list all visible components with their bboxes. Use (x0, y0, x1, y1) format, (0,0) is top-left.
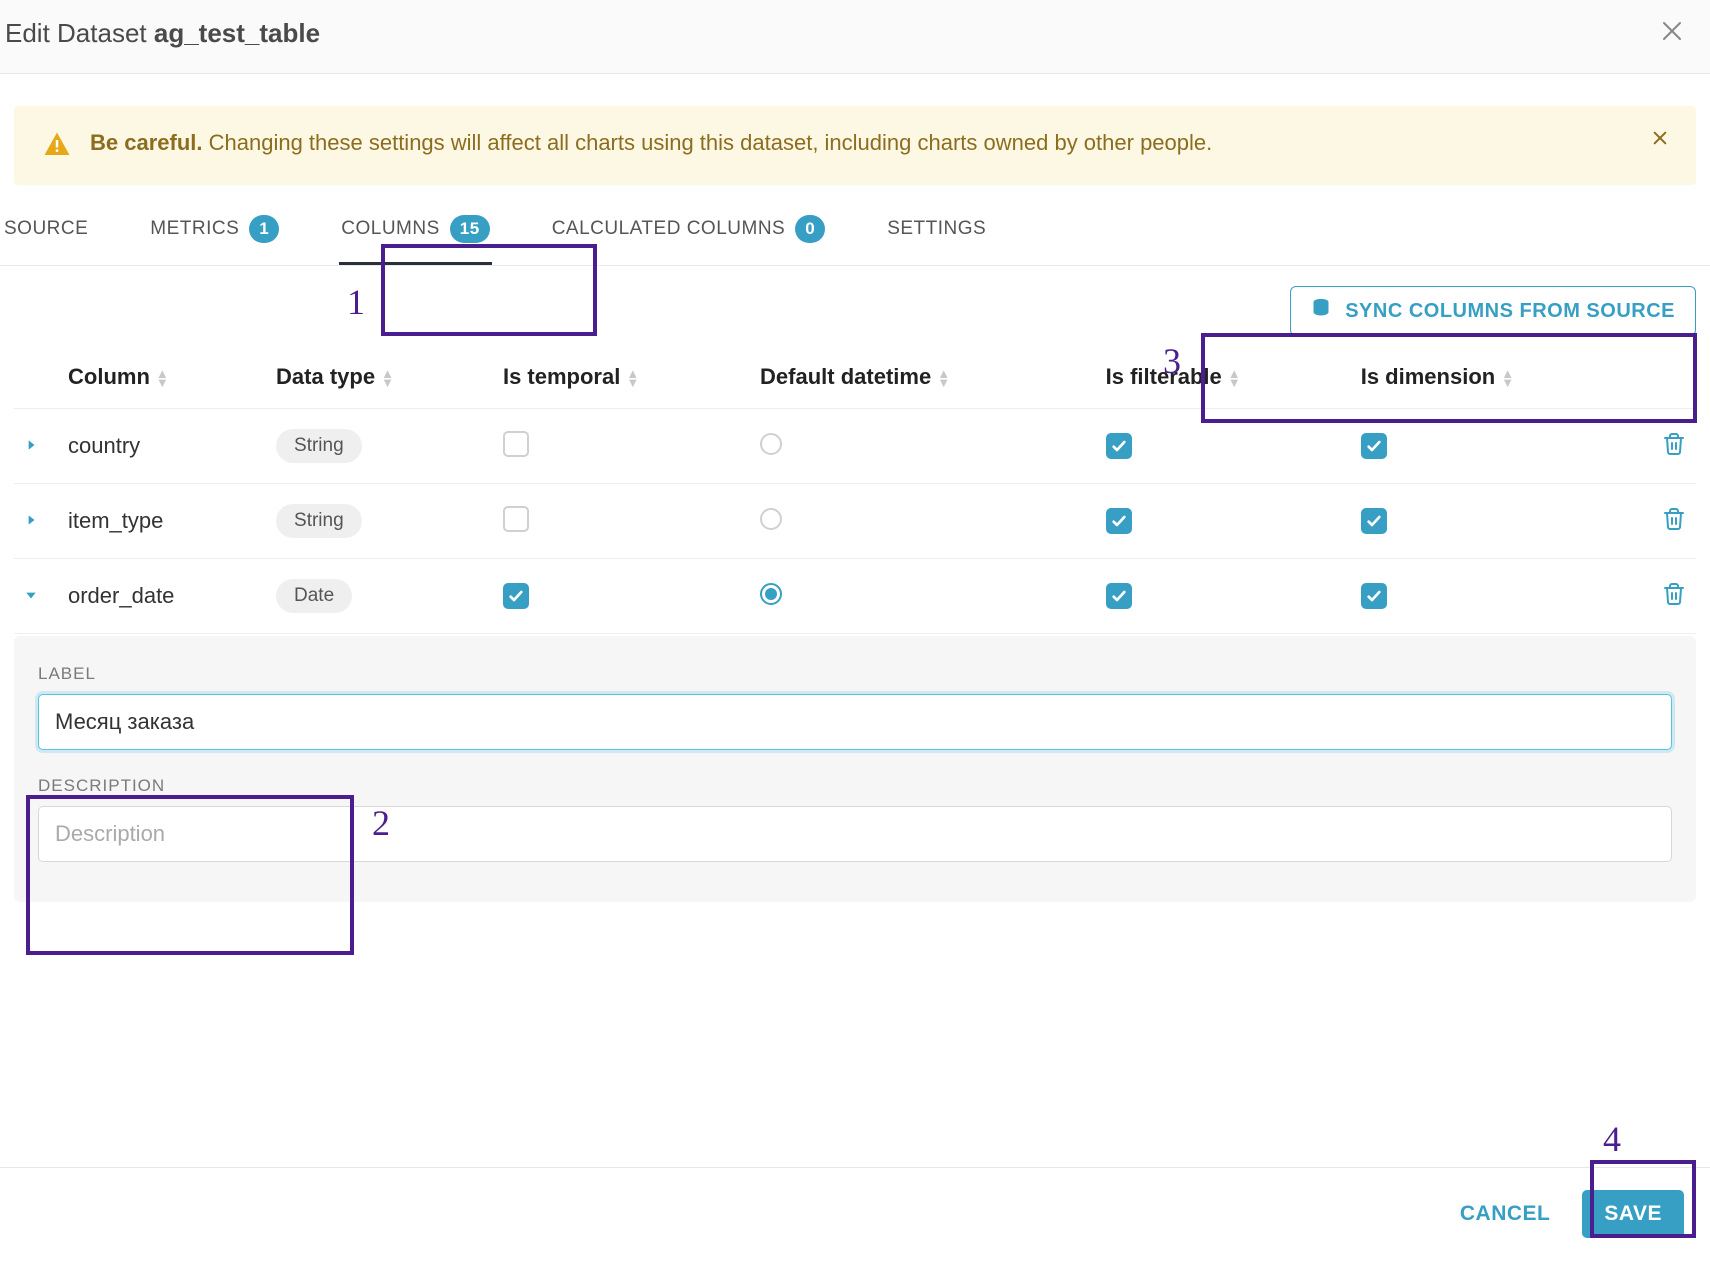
warning-text: Be careful. Changing these settings will… (90, 126, 1614, 160)
th-is-filterable[interactable]: Is filterable▲▼ (1096, 348, 1351, 409)
warning-close-icon[interactable] (1652, 126, 1668, 152)
sync-row: SYNC COLUMNS FROM SOURCE (0, 266, 1710, 348)
radio[interactable] (760, 508, 782, 530)
title-prefix: Edit Dataset (5, 18, 154, 48)
checkbox[interactable] (503, 583, 529, 609)
table-row: item_type String (14, 484, 1696, 559)
checkbox[interactable] (1361, 433, 1387, 459)
th-default-datetime[interactable]: Default datetime▲▼ (750, 348, 1096, 409)
data-type-pill: String (276, 429, 362, 463)
checkbox[interactable] (1361, 583, 1387, 609)
tab-label: SETTINGS (887, 218, 986, 240)
sort-icon: ▲▼ (1228, 369, 1241, 387)
checkbox[interactable] (1106, 433, 1132, 459)
warning-bold: Be careful. (90, 130, 203, 155)
th-data-type[interactable]: Data type▲▼ (266, 348, 493, 409)
checkbox[interactable] (1106, 583, 1132, 609)
checkbox[interactable] (503, 431, 529, 457)
tab-label: CALCULATED COLUMNS (552, 218, 786, 240)
modal-header: Edit Dataset ag_test_table (0, 0, 1710, 74)
radio[interactable] (760, 433, 782, 455)
annotation-number-4: 4 (1603, 1118, 1621, 1160)
calculated-count-badge: 0 (795, 215, 825, 243)
description-input[interactable] (38, 806, 1672, 862)
data-type-pill: Date (276, 579, 352, 613)
expand-toggle[interactable] (24, 436, 42, 457)
sync-button-label: SYNC COLUMNS FROM SOURCE (1345, 300, 1675, 323)
dataset-name: ag_test_table (154, 18, 320, 48)
warning-icon (42, 130, 72, 165)
column-name: item_type (68, 508, 163, 533)
sort-icon: ▲▼ (1501, 369, 1514, 387)
sort-icon: ▲▼ (626, 369, 639, 387)
column-name: country (68, 433, 140, 458)
close-icon[interactable] (1660, 19, 1684, 49)
database-icon (1311, 297, 1331, 325)
sort-icon: ▲▼ (937, 369, 950, 387)
columns-table: Column▲▼ Data type▲▼ Is temporal▲▼ Defau… (0, 348, 1710, 634)
tab-settings[interactable]: SETTINGS (885, 210, 988, 262)
warning-rest: Changing these settings will affect all … (203, 130, 1213, 155)
modal-title: Edit Dataset ag_test_table (5, 18, 320, 49)
columns-count-badge: 15 (450, 215, 490, 243)
radio[interactable] (760, 583, 782, 605)
th-is-dimension[interactable]: Is dimension▲▼ (1351, 348, 1636, 409)
expand-toggle[interactable] (24, 586, 42, 607)
tab-calculated-columns[interactable]: CALCULATED COLUMNS 0 (550, 207, 828, 265)
delete-icon[interactable] (1662, 590, 1686, 610)
column-name: order_date (68, 583, 174, 608)
tab-label: SOURCE (4, 218, 88, 240)
label-heading: LABEL (38, 664, 1672, 684)
tab-label: COLUMNS (341, 218, 440, 240)
delete-icon[interactable] (1662, 440, 1686, 460)
tabs: SOURCE METRICS 1 COLUMNS 15 CALCULATED C… (0, 185, 1710, 266)
checkbox[interactable] (1106, 508, 1132, 534)
column-detail-panel: LABEL DESCRIPTION (14, 636, 1696, 902)
th-column[interactable]: Column▲▼ (58, 348, 266, 409)
save-button[interactable]: SAVE (1582, 1190, 1684, 1238)
description-heading: DESCRIPTION (38, 776, 1672, 796)
sync-columns-button[interactable]: SYNC COLUMNS FROM SOURCE (1290, 286, 1696, 336)
cancel-button[interactable]: CANCEL (1454, 1190, 1557, 1238)
metrics-count-badge: 1 (249, 215, 279, 243)
sort-icon: ▲▼ (156, 369, 169, 387)
table-row: country String (14, 409, 1696, 484)
sort-icon: ▲▼ (381, 369, 394, 387)
tab-columns[interactable]: COLUMNS 15 (339, 207, 491, 265)
tab-source[interactable]: SOURCE (2, 210, 90, 262)
warning-banner: Be careful. Changing these settings will… (14, 106, 1696, 185)
checkbox[interactable] (1361, 508, 1387, 534)
data-type-pill: String (276, 504, 362, 538)
table-row: order_date Date (14, 559, 1696, 634)
modal-footer: CANCEL SAVE (0, 1167, 1710, 1268)
delete-icon[interactable] (1662, 515, 1686, 535)
tab-metrics[interactable]: METRICS 1 (148, 207, 281, 265)
tab-label: METRICS (150, 218, 239, 240)
th-is-temporal[interactable]: Is temporal▲▼ (493, 348, 750, 409)
label-input[interactable] (38, 694, 1672, 750)
expand-toggle[interactable] (24, 511, 42, 532)
checkbox[interactable] (503, 506, 529, 532)
